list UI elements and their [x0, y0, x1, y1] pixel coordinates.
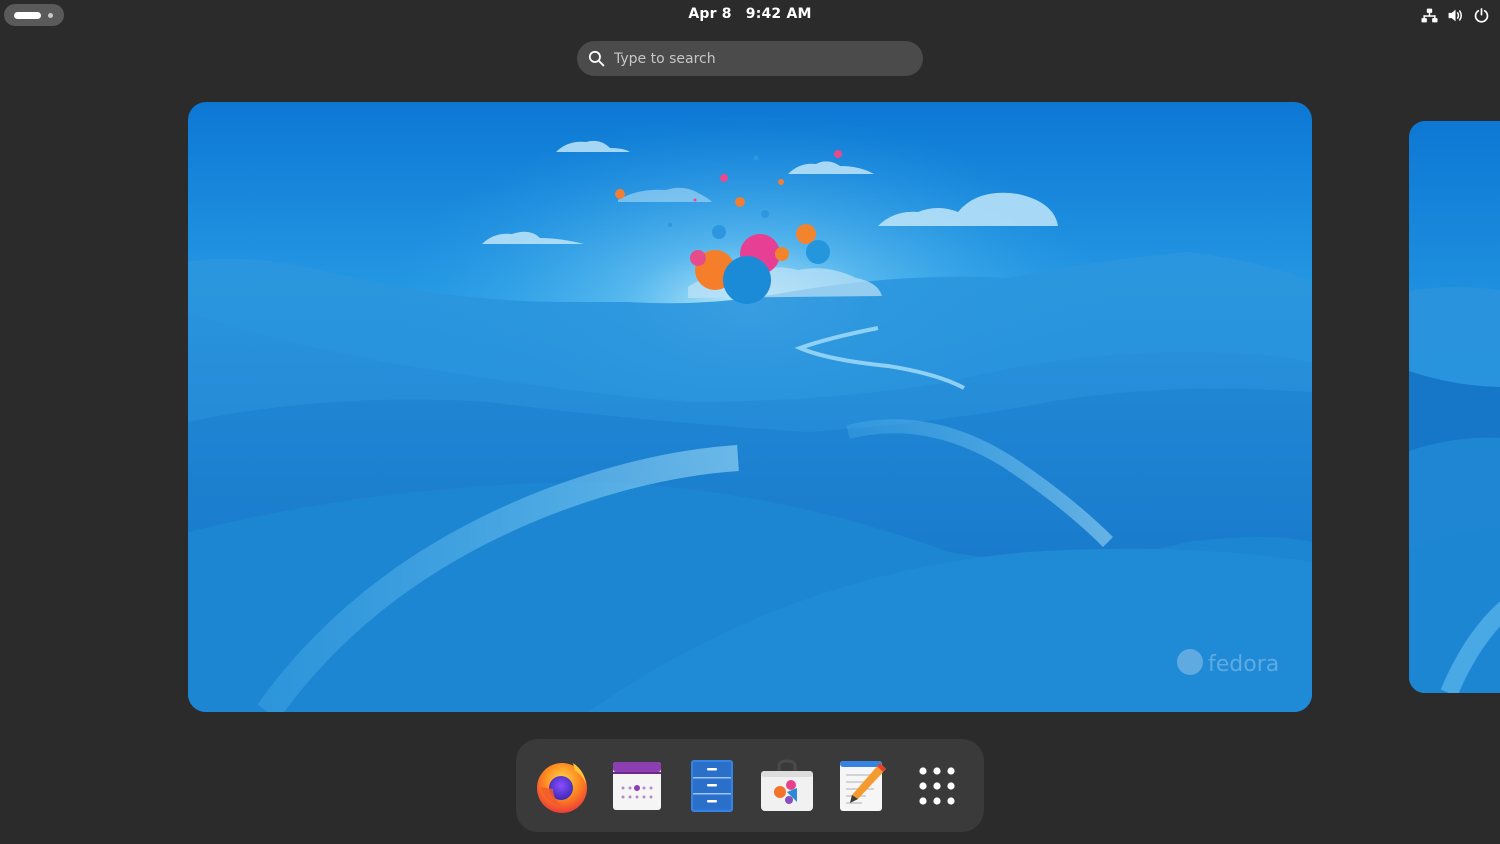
top-bar: Apr 8 9:42 AM	[0, 0, 1500, 30]
clock-time: 9:42 AM	[745, 6, 812, 22]
clock-date: Apr 8	[688, 6, 732, 22]
dock-item-firefox[interactable]	[531, 755, 593, 817]
fedora-logo-text: fedora	[1208, 652, 1279, 677]
fedora-logo-watermark: fedora	[1177, 649, 1279, 677]
network-wired-icon	[1421, 8, 1438, 22]
dock-item-software[interactable]	[756, 755, 818, 817]
dock-item-text-editor[interactable]	[831, 755, 893, 817]
dock-item-files[interactable]	[681, 755, 743, 817]
clock-button[interactable]: Apr 8 9:42 AM	[0, 6, 1500, 22]
software-icon	[761, 759, 813, 811]
calendar-icon	[613, 762, 661, 810]
dash-dock	[516, 739, 984, 832]
workspace-thumbnail-next[interactable]	[1409, 121, 1500, 693]
overview-screen: Apr 8 9:42 AM Type to search fedora	[0, 0, 1500, 844]
power-icon	[1474, 7, 1489, 23]
dock-item-calendar[interactable]	[606, 755, 668, 817]
firefox-icon	[537, 763, 587, 813]
search-icon	[588, 50, 605, 67]
show-apps-button[interactable]	[906, 755, 968, 817]
search-entry[interactable]	[577, 41, 923, 76]
system-status-area[interactable]	[1421, 6, 1490, 24]
volume-icon	[1448, 9, 1462, 21]
search-input[interactable]	[614, 41, 904, 76]
workspace-thumbnail-current[interactable]: fedora	[188, 102, 1312, 712]
wallpaper-image-next	[1409, 121, 1500, 693]
text-editor-icon	[840, 761, 886, 811]
wallpaper-image: fedora	[188, 102, 1312, 712]
show-apps-icon	[919, 767, 955, 805]
files-icon	[691, 760, 733, 812]
